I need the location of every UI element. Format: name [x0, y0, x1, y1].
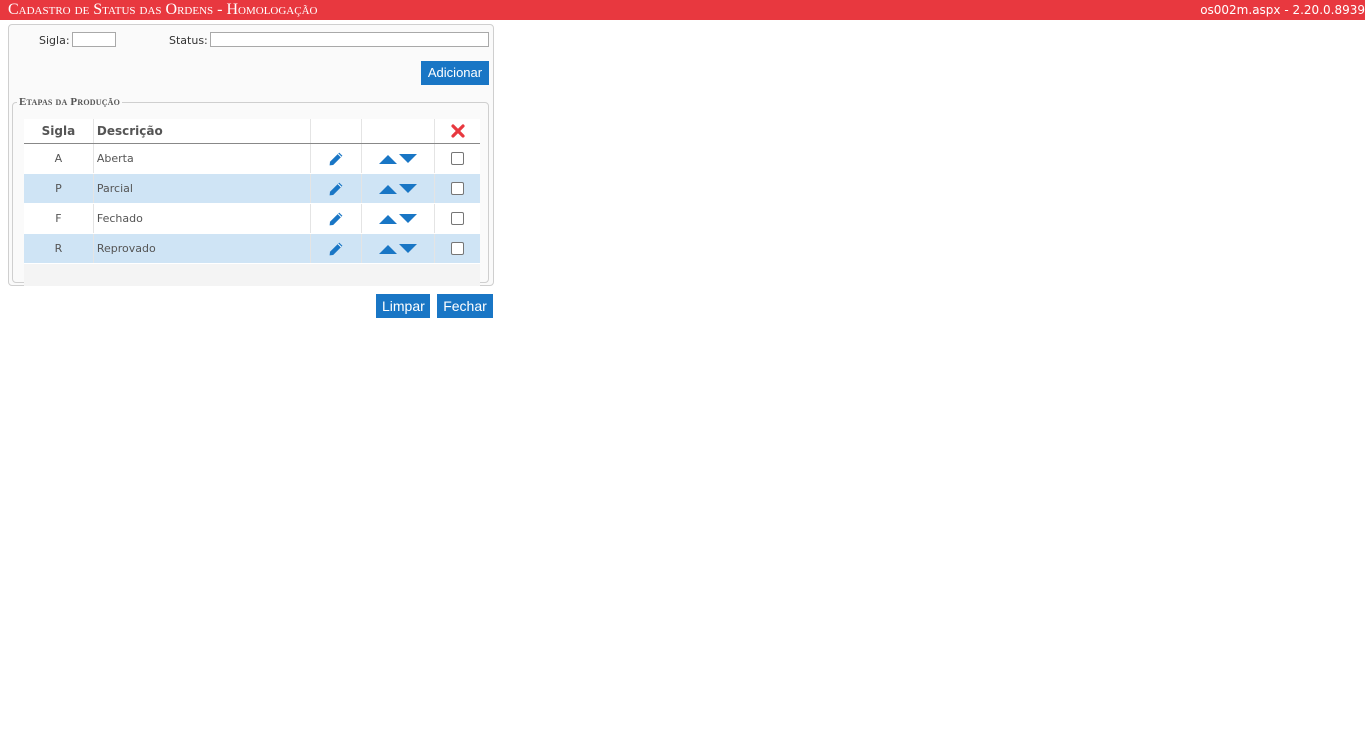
- move-cell: [361, 233, 436, 264]
- column-header-move: [361, 119, 436, 144]
- row-select-checkbox[interactable]: [451, 182, 465, 196]
- fechar-button[interactable]: Fechar: [437, 294, 493, 318]
- arrow-down-icon[interactable]: [399, 184, 418, 194]
- move-cell: [361, 203, 436, 234]
- arrow-down-icon[interactable]: [399, 244, 418, 254]
- row-descricao: Parcial: [93, 173, 312, 204]
- pencil-icon[interactable]: [328, 151, 344, 167]
- move-cell: [361, 173, 436, 204]
- pencil-icon[interactable]: [328, 241, 344, 257]
- select-cell: [434, 233, 480, 264]
- table-header-row: Sigla Descrição: [24, 119, 480, 144]
- arrow-up-icon[interactable]: [379, 154, 398, 164]
- row-descricao: Fechado: [93, 203, 312, 234]
- table-row: F Fechado: [24, 203, 480, 234]
- table-footer: [24, 263, 480, 287]
- select-cell: [434, 203, 480, 234]
- main-panel: Sigla: Status: Adicionar Etapas da Produ…: [8, 24, 494, 287]
- row-sigla: A: [24, 143, 94, 174]
- select-cell: [434, 173, 480, 204]
- edit-cell: [310, 173, 363, 204]
- sigla-input[interactable]: [72, 32, 116, 47]
- move-cell: [361, 143, 436, 174]
- select-cell: [434, 143, 480, 174]
- add-button[interactable]: Adicionar: [421, 61, 489, 85]
- pencil-icon[interactable]: [328, 211, 344, 227]
- table-row: P Parcial: [24, 173, 480, 204]
- version-info: os002m.aspx - 2.20.0.8939: [1200, 3, 1365, 17]
- arrow-down-icon[interactable]: [399, 214, 418, 224]
- delete-selected-button[interactable]: [434, 119, 480, 144]
- edit-cell: [310, 143, 363, 174]
- column-header-edit: [310, 119, 363, 144]
- table-row: R Reprovado: [24, 233, 480, 264]
- sigla-label: Sigla:: [39, 34, 70, 47]
- title-bar: Cadastro de Status das Ordens - Homologa…: [0, 0, 1365, 20]
- edit-cell: [310, 203, 363, 234]
- arrow-up-icon[interactable]: [379, 244, 398, 254]
- limpar-button[interactable]: Limpar: [376, 294, 430, 318]
- row-select-checkbox[interactable]: [451, 212, 465, 226]
- row-descricao: Reprovado: [93, 233, 312, 264]
- edit-cell: [310, 233, 363, 264]
- column-header-sigla: Sigla: [24, 119, 94, 144]
- page-title: Cadastro de Status das Ordens - Homologa…: [8, 1, 318, 18]
- production-stages-legend: Etapas da Produção: [17, 95, 123, 109]
- column-header-descricao: Descrição: [93, 119, 312, 144]
- pencil-icon[interactable]: [328, 181, 344, 197]
- row-select-checkbox[interactable]: [451, 242, 465, 256]
- row-select-checkbox[interactable]: [451, 152, 465, 166]
- row-descricao: Aberta: [93, 143, 312, 174]
- arrow-down-icon[interactable]: [399, 154, 418, 164]
- table-footer-row: [24, 263, 480, 287]
- row-sigla: R: [24, 233, 94, 264]
- row-sigla: F: [24, 203, 94, 234]
- arrow-up-icon[interactable]: [379, 184, 398, 194]
- stages-table: Sigla Descrição A Aberta P Parcial F Fechado R…: [24, 119, 480, 287]
- arrow-up-icon[interactable]: [379, 214, 398, 224]
- table-row: A Aberta: [24, 143, 480, 174]
- status-input[interactable]: [210, 32, 489, 47]
- row-sigla: P: [24, 173, 94, 204]
- delete-x-icon[interactable]: [450, 124, 465, 138]
- status-label: Status:: [169, 34, 208, 47]
